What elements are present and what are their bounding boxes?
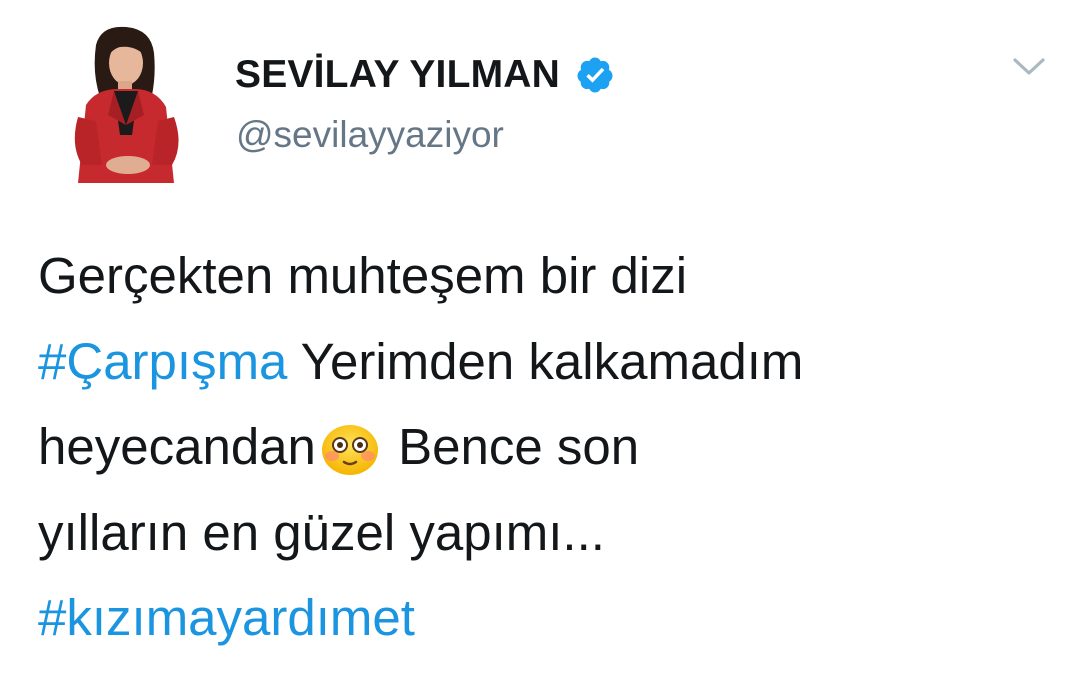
hashtag-link-kizimayardimet[interactable]: #kızımayardımet: [38, 589, 415, 646]
tweet-text-segment: yılların en güzel yapımı...: [38, 503, 605, 561]
tweet-text-segment: Gerçekten muhteşem bir dizi: [38, 247, 688, 304]
tweet-line-5: #kızımayardımet: [38, 575, 1048, 661]
author-handle[interactable]: @sevilayyaziyor: [236, 114, 504, 156]
tweet-line-2: #Çarpışma Yerimden kalkamadım: [38, 319, 1048, 405]
tweet-text-segment: Bence son: [383, 418, 640, 475]
flushed-face-emoji-icon: [321, 425, 378, 475]
tweet-line-3: heyecandan Bence son: [38, 404, 1048, 490]
tweet-text-segment: Yerimden kalkamadım: [287, 332, 804, 390]
author-name-row[interactable]: SEVİLAY YILMAN: [235, 50, 615, 100]
tweet-text: Gerçekten muhteşem bir dizi #Çarpışma Ye…: [38, 233, 1048, 661]
avatar[interactable]: [56, 25, 198, 183]
author-display-name[interactable]: SEVİLAY YILMAN: [235, 53, 560, 97]
tweet-text-segment: heyecandan: [38, 418, 316, 475]
verified-badge-icon: [577, 57, 613, 93]
chevron-down-icon[interactable]: [1012, 56, 1046, 78]
tweet-line-4: yılların en güzel yapımı...: [38, 490, 1048, 576]
tweet-line-1: Gerçekten muhteşem bir dizi: [38, 233, 1048, 319]
hashtag-link-carpisma[interactable]: #Çarpışma: [38, 333, 287, 390]
